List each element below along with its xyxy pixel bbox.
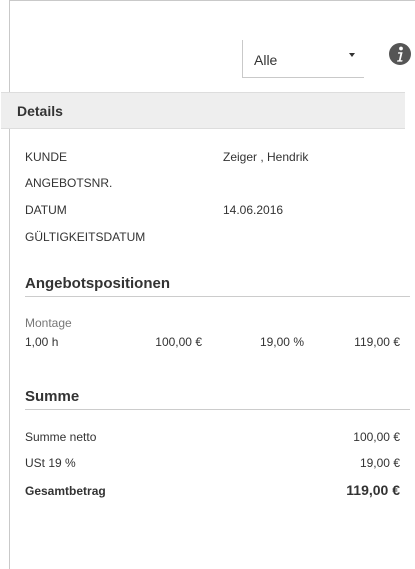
offer-number-label: ANGEBOTSNR. [25, 176, 113, 190]
validity-date-label: GÜLTIGKEITSDATUM [25, 230, 146, 244]
info-icon[interactable] [388, 42, 412, 66]
details-header: Details [1, 92, 405, 129]
tax-value: 19,00 € [359, 456, 400, 470]
summary-divider [25, 409, 410, 410]
customer-value: Zeiger , Hendrik [223, 150, 309, 164]
date-label: DATUM [25, 203, 67, 217]
position-tax-rate: 19,00 % [259, 335, 304, 349]
customer-label: KUNDE [25, 150, 68, 164]
position-name: Montage [25, 316, 72, 330]
gross-total-label: Gesamtbetrag [25, 484, 106, 498]
gross-total-value: 119,00 € [346, 482, 400, 498]
chevron-down-icon [349, 53, 355, 57]
details-title: Details [17, 103, 63, 119]
position-unit-price: 100,00 € [155, 335, 202, 349]
net-total-label: Summe netto [25, 430, 97, 444]
positions-divider [25, 296, 410, 297]
positions-title: Angebotspositionen [25, 275, 170, 292]
filter-selected-value: Alle [254, 52, 278, 68]
tax-label: USt 19 % [25, 456, 76, 470]
net-total-value: 100,00 € [353, 430, 400, 444]
position-total: 119,00 € [354, 335, 400, 349]
summary-title: Summe [25, 388, 80, 405]
date-value: 14.06.2016 [223, 203, 284, 217]
filter-dropdown[interactable]: Alle [242, 40, 364, 78]
position-quantity: 1,00 h [25, 335, 59, 349]
